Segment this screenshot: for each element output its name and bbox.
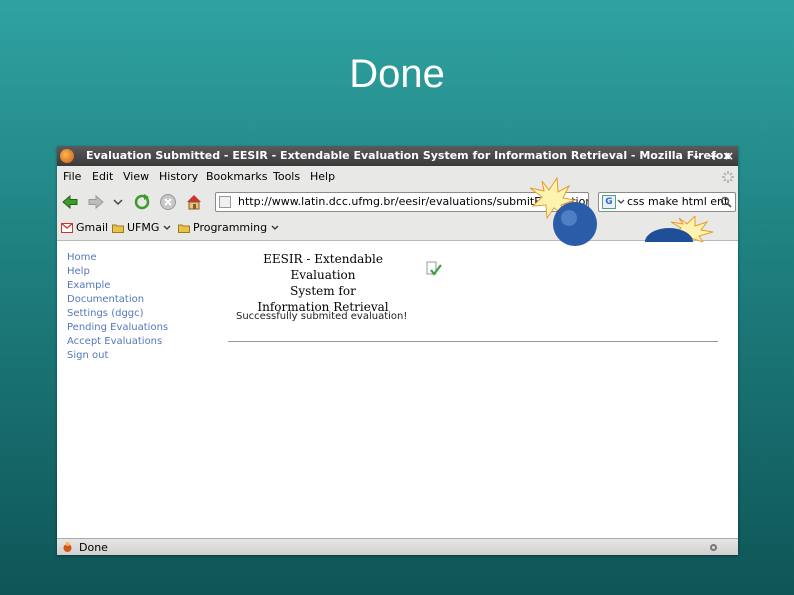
bookmarks-toolbar: Gmail UFMG Programming xyxy=(57,216,738,241)
page-favicon-icon xyxy=(219,196,231,208)
title-bar: Evaluation Submitted - EESIR - Extendabl… xyxy=(57,146,738,166)
menu-file[interactable]: File xyxy=(63,166,81,188)
sidebar-item-pending-evaluations[interactable]: Pending Evaluations xyxy=(67,321,168,335)
folder-icon xyxy=(112,224,124,233)
reload-icon[interactable] xyxy=(133,193,151,211)
forward-arrow-icon[interactable] xyxy=(87,193,105,211)
home-icon[interactable] xyxy=(185,193,203,211)
close-button[interactable]: × xyxy=(724,146,734,166)
menu-bar: File Edit View History Bookmarks Tools H… xyxy=(57,166,738,188)
window-title: Evaluation Submitted - EESIR - Extendabl… xyxy=(86,149,731,162)
navigation-toolbar: http://www.latin.dcc.ufmg.br/eesir/evalu… xyxy=(57,188,738,216)
sidebar-item-accept-evaluations[interactable]: Accept Evaluations xyxy=(67,335,168,349)
bookmark-folder-ufmg[interactable]: UFMG xyxy=(112,216,171,240)
sidebar-item-home[interactable]: Home xyxy=(67,251,168,265)
menu-view[interactable]: View xyxy=(123,166,149,188)
throbber-icon xyxy=(722,171,734,183)
browser-window: Evaluation Submitted - EESIR - Extendabl… xyxy=(57,146,738,555)
addon-gear-icon[interactable] xyxy=(707,541,720,554)
decorative-bomb-globe-icon xyxy=(645,216,714,242)
sidebar-item-example[interactable]: Example xyxy=(67,279,168,293)
chevron-down-icon xyxy=(163,225,171,230)
slide-title: Done xyxy=(349,52,445,96)
bookmark-gmail[interactable]: Gmail xyxy=(61,216,108,240)
search-input[interactable]: css make html ent xyxy=(627,193,728,211)
sidebar-nav: Home Help Example Documentation Settings… xyxy=(67,251,168,363)
bookmark-folder-programming[interactable]: Programming xyxy=(178,216,279,240)
menu-help[interactable]: Help xyxy=(310,166,335,188)
folder-icon xyxy=(178,224,190,233)
status-text: Done xyxy=(79,541,108,554)
chevron-down-icon xyxy=(271,225,279,230)
menu-tools[interactable]: Tools xyxy=(273,166,300,188)
sidebar-item-sign-out[interactable]: Sign out xyxy=(67,349,168,363)
document-check-icon xyxy=(426,261,442,276)
search-engine-dropdown-icon[interactable] xyxy=(617,198,625,206)
firefox-logo-icon xyxy=(60,149,74,163)
maximize-button[interactable]: + xyxy=(709,146,719,166)
sidebar-item-settings[interactable]: Settings (dggc) xyxy=(67,307,168,321)
search-bar[interactable]: G css make html ent xyxy=(598,192,736,212)
status-bug-icon xyxy=(63,542,72,552)
status-bar: Done xyxy=(57,538,738,555)
search-icon[interactable] xyxy=(720,196,732,208)
sidebar-item-help[interactable]: Help xyxy=(67,265,168,279)
sidebar-item-documentation[interactable]: Documentation xyxy=(67,293,168,307)
decorative-bomb-globe-icon xyxy=(529,176,597,246)
gmail-icon xyxy=(61,223,73,233)
stop-icon[interactable] xyxy=(159,193,177,211)
menu-bookmarks[interactable]: Bookmarks xyxy=(206,166,267,188)
app-title: EESIR - Extendable Evaluation System for… xyxy=(257,252,389,314)
back-arrow-icon[interactable] xyxy=(61,193,79,211)
menu-history[interactable]: History xyxy=(159,166,198,188)
page-content: Home Help Example Documentation Settings… xyxy=(57,241,738,538)
menu-edit[interactable]: Edit xyxy=(92,166,113,188)
success-message: Successfully submited evaluation! xyxy=(236,311,408,322)
history-dropdown-icon[interactable] xyxy=(113,193,123,211)
divider xyxy=(228,341,718,342)
minimize-button[interactable]: – xyxy=(693,146,699,166)
